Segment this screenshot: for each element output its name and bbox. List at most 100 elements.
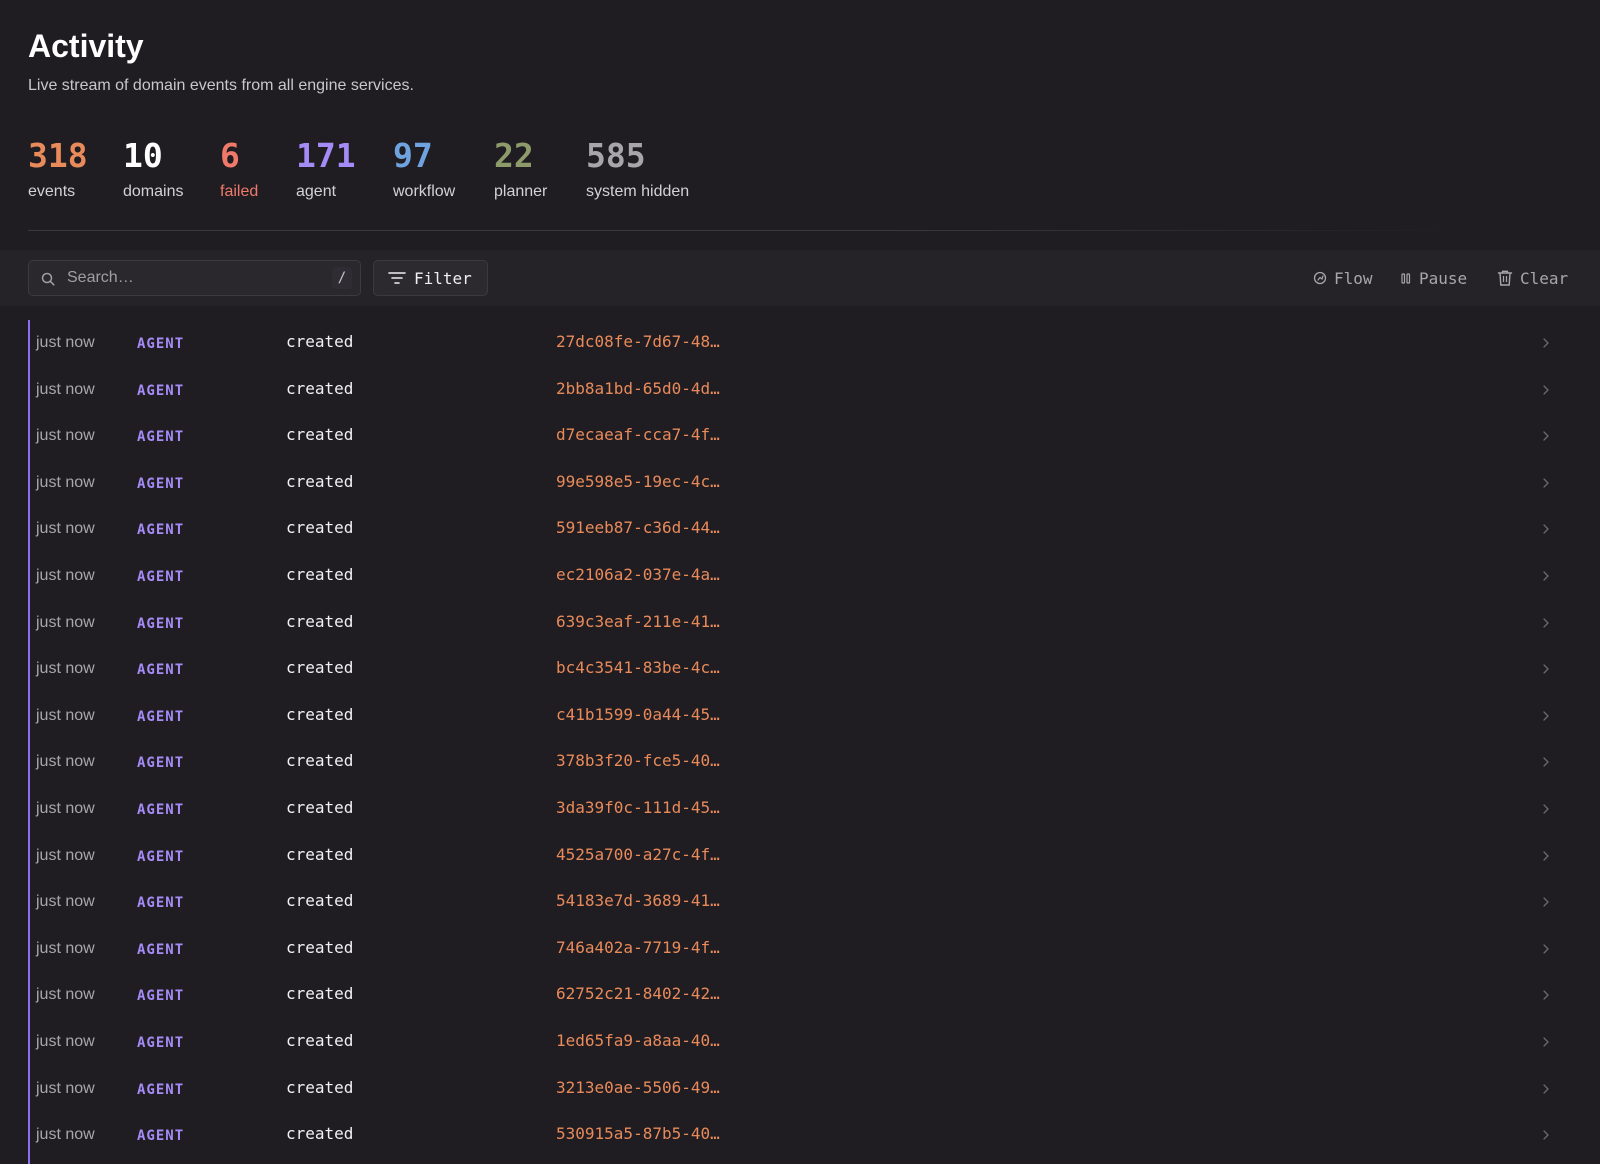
- chevron-right-icon: [1543, 571, 1549, 581]
- event-action: created: [286, 518, 354, 538]
- event-row[interactable]: just now AGENT created 3da39f0c-111d-45…: [30, 786, 1574, 833]
- event-entity-id[interactable]: 3da39f0c-111d-45…: [556, 798, 720, 818]
- stat-label: agent: [296, 183, 337, 200]
- event-domain-badge: AGENT: [137, 568, 185, 585]
- event-entity-id[interactable]: ec2106a2-037e-4a…: [556, 565, 720, 585]
- event-entity-id[interactable]: 1ed65fa9-a8aa-40…: [556, 1031, 720, 1051]
- search-box[interactable]: /: [28, 260, 361, 296]
- stat-planner: 22 planner: [494, 136, 586, 202]
- clear-button-label: Clear: [1520, 268, 1569, 288]
- event-row[interactable]: just now AGENT created 746a402a-7719-4f…: [30, 926, 1574, 973]
- page-header: Activity Live stream of domain events fr…: [28, 26, 1572, 96]
- filter-button[interactable]: Filter: [373, 260, 488, 296]
- stat-label: system hidden: [586, 183, 690, 200]
- event-time: just now: [36, 520, 95, 538]
- stat-system-hidden: 585 system hidden: [586, 136, 726, 202]
- chevron-right-icon: [1543, 804, 1549, 814]
- stat-workflow: 97 workflow: [393, 136, 494, 202]
- event-time: just now: [36, 799, 95, 817]
- event-domain-badge: AGENT: [137, 708, 185, 725]
- event-action: created: [286, 1124, 354, 1144]
- event-time: just now: [36, 1126, 95, 1144]
- chevron-right-icon: [1543, 617, 1549, 628]
- stats-bar: 318 events 10 domains 6 failed 171 agent…: [28, 136, 726, 202]
- pause-icon: [1401, 273, 1411, 284]
- event-time: just now: [36, 660, 95, 678]
- event-time: just now: [36, 613, 95, 631]
- event-entity-id[interactable]: 2bb8a1bd-65d0-4d…: [556, 379, 720, 399]
- pause-button[interactable]: Pause: [1400, 264, 1467, 292]
- event-entity-id[interactable]: 746a402a-7719-4f…: [556, 938, 720, 958]
- event-domain-badge: AGENT: [137, 336, 185, 352]
- chevron-right-icon: [1543, 664, 1549, 674]
- event-domain-badge: AGENT: [137, 522, 185, 539]
- stat-events: 318 events: [28, 136, 123, 202]
- event-entity-id[interactable]: 99e598e5-19ec-4c…: [556, 472, 720, 492]
- chevron-right-icon: [1543, 897, 1549, 907]
- stat-value: 585: [586, 136, 646, 175]
- event-domain-badge: AGENT: [137, 1128, 185, 1145]
- event-row[interactable]: just now AGENT created 62752c21-8402-42…: [30, 972, 1574, 1019]
- event-row[interactable]: just now AGENT created ec2106a2-037e-4a…: [30, 553, 1574, 600]
- event-row[interactable]: just now AGENT created 639c3eaf-211e-41…: [30, 600, 1574, 647]
- event-entity-id[interactable]: 591eeb87-c36d-44…: [556, 518, 720, 538]
- event-row[interactable]: just now AGENT created 3213e0ae-5506-49…: [30, 1066, 1574, 1113]
- chevron-right-icon: [1543, 990, 1549, 1000]
- chevron-right-icon: [1543, 850, 1549, 861]
- event-entity-id[interactable]: c41b1599-0a44-45…: [556, 705, 720, 725]
- page-subtitle: Live stream of domain events from all en…: [28, 77, 414, 94]
- chevron-right-icon: [1543, 711, 1549, 721]
- event-entity-id[interactable]: 3213e0ae-5506-49…: [556, 1078, 720, 1098]
- trash-icon: [1497, 270, 1513, 286]
- stats-divider: [28, 230, 1472, 231]
- event-domain-badge: AGENT: [137, 1034, 185, 1051]
- event-row[interactable]: just now AGENT created 591eeb87-c36d-44…: [30, 506, 1574, 553]
- event-entity-id[interactable]: 54183e7d-3689-41…: [556, 891, 720, 911]
- event-row[interactable]: just now AGENT created bc4c3541-83be-4c…: [30, 646, 1574, 693]
- event-entity-id[interactable]: 378b3f20-fce5-40…: [556, 751, 720, 771]
- event-action: created: [286, 471, 354, 491]
- event-action: created: [286, 611, 354, 631]
- event-row[interactable]: just now AGENT created 378b3f20-fce5-40…: [30, 739, 1574, 786]
- event-row[interactable]: just now AGENT created 2bb8a1bd-65d0-4d…: [30, 367, 1574, 414]
- stat-value: 22: [494, 136, 534, 175]
- event-entity-id[interactable]: 27dc08fe-7d67-48…: [556, 332, 720, 352]
- event-entity-id[interactable]: 639c3eaf-211e-41…: [556, 612, 720, 632]
- pause-button-label: Pause: [1419, 268, 1468, 288]
- stat-agent: 171 agent: [296, 136, 393, 202]
- event-list: just now AGENT created 27dc08fe-7d67-48……: [28, 320, 1574, 1164]
- event-entity-id[interactable]: 4525a700-a27c-4f…: [556, 845, 720, 865]
- event-row[interactable]: just now AGENT created 530915a5-87b5-40…: [30, 1112, 1574, 1159]
- event-row[interactable]: just now AGENT created 27dc08fe-7d67-48…: [30, 320, 1574, 367]
- event-time: just now: [36, 1079, 95, 1097]
- event-row[interactable]: just now AGENT created 1ed65fa9-a8aa-40…: [30, 1019, 1574, 1066]
- event-time: just now: [36, 427, 95, 445]
- event-action: created: [286, 425, 354, 445]
- event-action: created: [286, 797, 354, 817]
- event-domain-badge: AGENT: [137, 382, 185, 399]
- event-row[interactable]: just now AGENT created d7ecaeaf-cca7-4f…: [30, 413, 1574, 460]
- event-action: created: [286, 658, 354, 678]
- event-row[interactable]: just now AGENT created 4525a700-a27c-4f…: [30, 833, 1574, 880]
- event-entity-id[interactable]: d7ecaeaf-cca7-4f…: [556, 425, 720, 445]
- event-time: just now: [36, 893, 95, 911]
- event-entity-id[interactable]: 62752c21-8402-42…: [556, 984, 720, 1004]
- stat-domains: 10 domains: [123, 136, 220, 202]
- flow-button-label: Flow: [1334, 268, 1373, 288]
- event-entity-id[interactable]: bc4c3541-83be-4c…: [556, 658, 720, 678]
- event-action: created: [286, 378, 354, 398]
- search-input[interactable]: [67, 261, 317, 295]
- chevron-right-icon: [1543, 1130, 1549, 1140]
- clear-button[interactable]: Clear: [1497, 264, 1568, 292]
- event-row[interactable]: just now AGENT created c41b1599-0a44-45…: [30, 693, 1574, 740]
- event-row[interactable]: just now AGENT created 54183e7d-3689-41…: [30, 879, 1574, 926]
- event-domain-badge: AGENT: [137, 662, 185, 679]
- event-domain-badge: AGENT: [137, 988, 185, 1005]
- event-row[interactable]: just now AGENT created 99e598e5-19ec-4c…: [30, 460, 1574, 507]
- flow-button[interactable]: Flow: [1313, 264, 1373, 292]
- event-entity-id[interactable]: 530915a5-87b5-40…: [556, 1124, 720, 1144]
- chevron-right-icon: [1543, 524, 1549, 535]
- event-domain-badge: AGENT: [137, 801, 185, 818]
- chevron-right-icon: [1543, 757, 1549, 767]
- stat-label: domains: [123, 183, 184, 200]
